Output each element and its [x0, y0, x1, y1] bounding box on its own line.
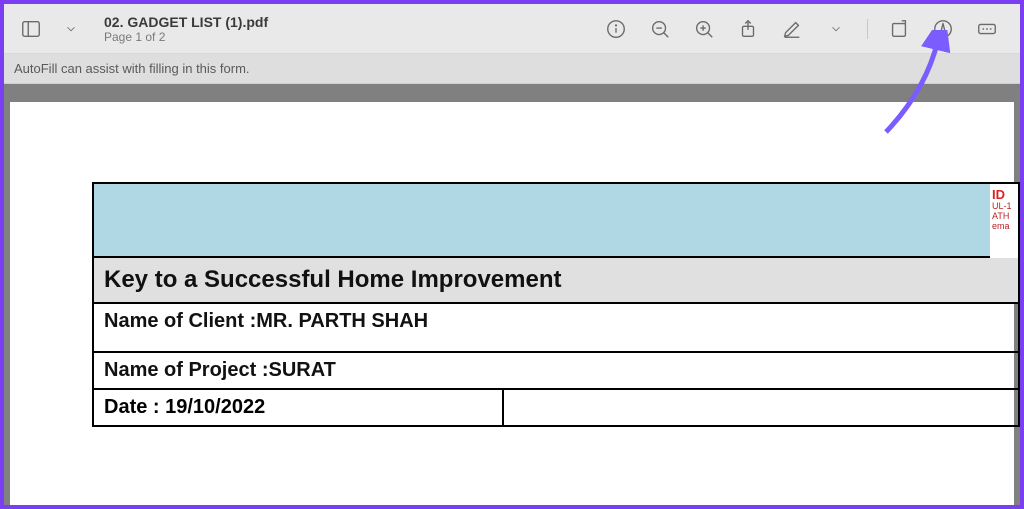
document-table: ID UL-1 ATH ema Key to a Successful Home…	[92, 182, 1020, 427]
markup-pen-button[interactable]	[777, 14, 807, 44]
autofill-bar: AutoFill can assist with filling in this…	[4, 54, 1020, 84]
toolbar-left: 02. GADGET LIST (1).pdf Page 1 of 2	[16, 14, 268, 44]
page-indicator: Page 1 of 2	[104, 30, 268, 44]
share-button[interactable]	[733, 14, 763, 44]
logo-line4: ema	[992, 222, 1016, 232]
date-cell-right	[504, 390, 1018, 425]
toolbar-right	[601, 14, 1008, 44]
toolbar: 02. GADGET LIST (1).pdf Page 1 of 2	[4, 4, 1020, 54]
title-group: 02. GADGET LIST (1).pdf Page 1 of 2	[104, 14, 268, 44]
rotate-button[interactable]	[884, 14, 914, 44]
client-label: Name of Client :	[104, 310, 256, 333]
zoom-out-button[interactable]	[645, 14, 675, 44]
date-cell-left: Date : 19/10/2022	[94, 390, 504, 425]
client-row: Name of Client : MR. PARTH SHAH	[94, 304, 1018, 353]
section-title-row: Key to a Successful Home Improvement	[94, 258, 1018, 304]
date-value: 19/10/2022	[165, 396, 265, 418]
info-button[interactable]	[601, 14, 631, 44]
toolbar-divider	[867, 19, 868, 39]
zoom-in-button[interactable]	[689, 14, 719, 44]
section-title: Key to a Successful Home Improvement	[104, 266, 561, 294]
header-band: ID UL-1 ATH ema	[94, 184, 1018, 258]
pdf-page: ID UL-1 ATH ema Key to a Successful Home…	[10, 102, 1014, 505]
highlight-button[interactable]	[928, 14, 958, 44]
logo-line1: ID	[992, 188, 1016, 202]
sidebar-menu-chevron[interactable]	[56, 14, 86, 44]
date-row: Date : 19/10/2022	[94, 390, 1018, 427]
client-value: MR. PARTH SHAH	[256, 310, 428, 333]
autofill-message: AutoFill can assist with filling in this…	[14, 61, 250, 76]
date-label: Date :	[104, 396, 165, 418]
logo-box: ID UL-1 ATH ema	[990, 184, 1018, 258]
document-title: 02. GADGET LIST (1).pdf	[104, 14, 268, 30]
project-row: Name of Project : SURAT	[94, 353, 1018, 390]
markup-menu-chevron[interactable]	[821, 14, 851, 44]
sidebar-toggle-button[interactable]	[16, 14, 46, 44]
document-viewport[interactable]: ID UL-1 ATH ema Key to a Successful Home…	[4, 84, 1020, 505]
project-label: Name of Project :	[104, 359, 268, 382]
project-value: SURAT	[268, 359, 335, 382]
form-fields-button[interactable]	[972, 14, 1002, 44]
